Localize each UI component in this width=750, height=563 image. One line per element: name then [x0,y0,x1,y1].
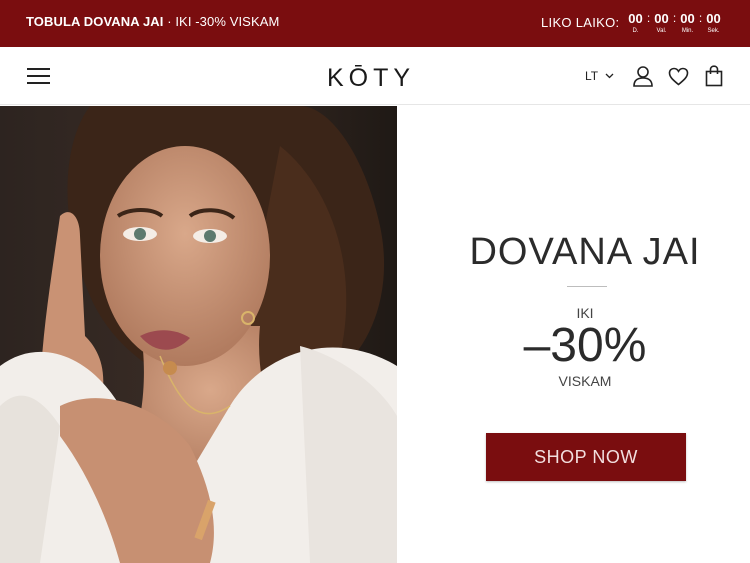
countdown-seconds-value: 00 [706,11,721,26]
countdown-hours: 00 Val. [652,12,671,35]
hero-discount: –30% [523,319,647,372]
countdown-days-label: D. [632,28,639,34]
promo-bar: TOBULA DOVANA JAI · IKI -30% VISKAM LIKO… [0,0,750,47]
countdown-days: 00 D. [626,12,645,35]
hero-promo-panel: DOVANA JAI IKI –30% VISKAM SHOP NOW [397,106,750,563]
countdown-timer: 00 D. : 00 Val. : 00 Min. : 00 Sek. [626,12,723,35]
countdown-minutes-label: Min. [681,28,694,34]
heart-icon[interactable] [668,67,689,86]
hero-divider [567,286,607,287]
promo-bold-text: TOBULA DOVANA JAI [26,14,164,29]
menu-icon-line [27,75,50,77]
countdown-days-value: 00 [628,11,643,26]
promo-text[interactable]: TOBULA DOVANA JAI · IKI -30% VISKAM [26,14,279,29]
countdown-separator: : [672,11,677,25]
countdown-minutes: 00 Min. [678,12,697,35]
hero-image[interactable] [0,106,397,563]
countdown-label: LIKO LAIKO: [541,15,620,30]
site-header: KŌTY LT [0,47,750,105]
language-selector[interactable]: LT [585,69,614,83]
countdown-separator: : [646,11,651,25]
shopping-bag-icon[interactable] [705,65,723,87]
countdown-hours-value: 00 [654,11,669,26]
model-photo [0,106,397,563]
menu-icon[interactable] [27,67,51,85]
countdown-minutes-value: 00 [680,11,695,26]
user-icon[interactable] [632,65,654,87]
chevron-down-icon [605,73,614,79]
countdown-seconds-label: Sek. [707,28,720,34]
menu-icon-line [27,68,50,70]
countdown-separator: : [698,11,703,25]
promo-rest-text: · IKI -30% VISKAM [163,14,280,29]
hero-suffix: VISKAM [558,373,612,389]
menu-icon-line [27,82,50,84]
countdown-seconds: 00 Sek. [704,12,723,35]
language-label: LT [585,69,599,83]
hero-title: DOVANA JAI [469,231,701,273]
site-logo[interactable]: KŌTY [327,64,415,93]
countdown-hours-label: Val. [656,28,667,34]
shop-now-button[interactable]: SHOP NOW [486,433,686,481]
